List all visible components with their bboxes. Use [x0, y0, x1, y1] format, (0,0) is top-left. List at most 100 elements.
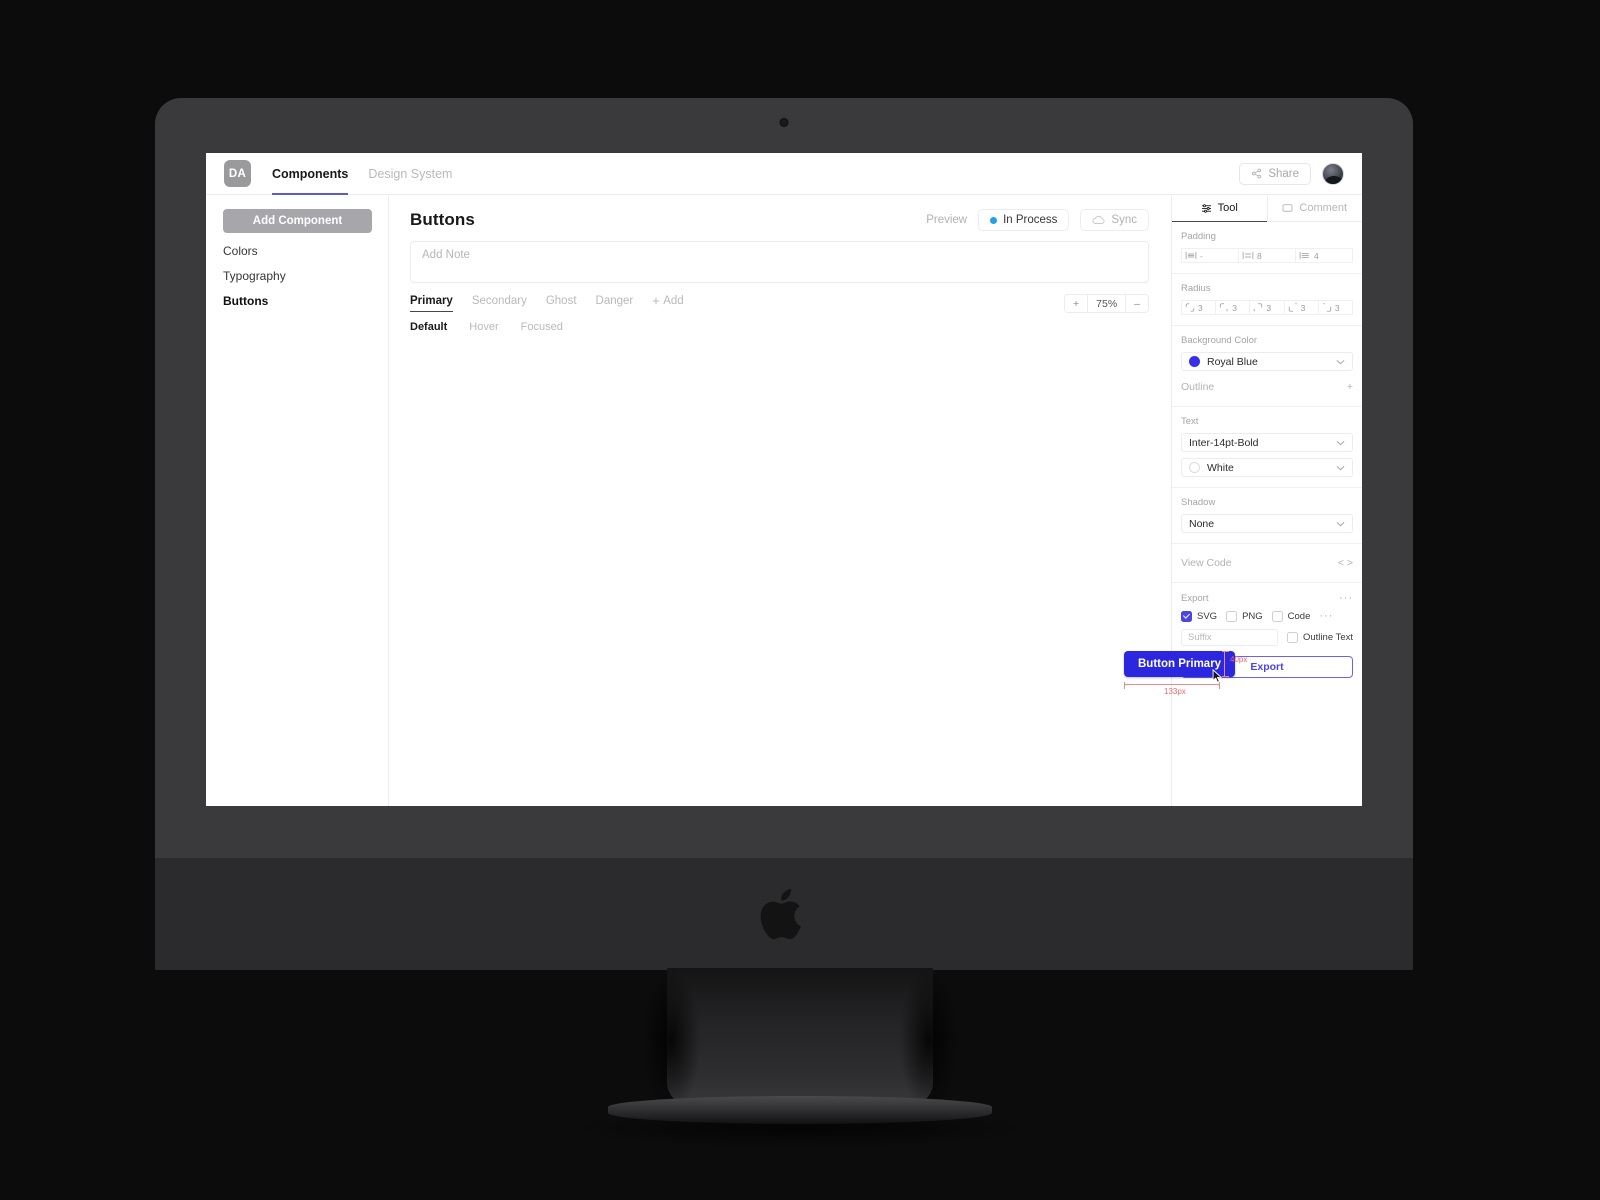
- padding-vertical-value: 8: [1257, 250, 1262, 261]
- note-input[interactable]: Add Note: [410, 241, 1149, 283]
- radius-all-field[interactable]: 3: [1181, 300, 1217, 315]
- window-body: Add Component Colors Typography Buttons …: [206, 195, 1362, 806]
- state-tabs: Default Hover Focused: [410, 321, 1149, 333]
- nav-tab-design-system[interactable]: Design System: [368, 153, 452, 195]
- checkbox-png[interactable]: [1226, 610, 1238, 622]
- checkbox-code[interactable]: [1271, 610, 1283, 622]
- padding-all-field[interactable]: 4: [1296, 248, 1353, 263]
- radius-top-left-value: 3: [1232, 302, 1237, 313]
- avatar[interactable]: [1322, 162, 1344, 185]
- nav-tab-components[interactable]: Components: [272, 153, 349, 195]
- export-menu-icon[interactable]: ···: [1339, 592, 1353, 604]
- sync-button[interactable]: Sync: [1080, 209, 1149, 231]
- text-label: Text: [1181, 416, 1199, 427]
- chevron-down-icon: [1336, 462, 1345, 474]
- zoom-in-button[interactable]: +: [1065, 295, 1087, 312]
- title-line: Buttons Preview In Process Sync: [410, 209, 1149, 231]
- outline-text-label: Outline Text: [1303, 632, 1353, 643]
- main-content: Buttons Preview In Process Sync Add Note…: [389, 195, 1247, 806]
- radius-top-right-icon: [1254, 303, 1263, 312]
- radius-top-right-field[interactable]: 3: [1250, 300, 1285, 315]
- share-label: Share: [1268, 167, 1299, 180]
- outline-row[interactable]: Outline +: [1181, 377, 1353, 396]
- padding-horizontal-field[interactable]: -: [1181, 248, 1239, 263]
- state-tab-focused[interactable]: Focused: [521, 321, 563, 333]
- export-format-svg[interactable]: SVG: [1181, 610, 1217, 622]
- padding-horizontal-icon: [1185, 252, 1197, 259]
- app-logo[interactable]: DA: [224, 160, 251, 187]
- zoom-level[interactable]: 75%: [1087, 295, 1127, 312]
- color-swatch: [1189, 356, 1200, 367]
- export-more-icon[interactable]: ···: [1319, 610, 1333, 622]
- export-format-png[interactable]: PNG: [1226, 610, 1263, 622]
- checkbox-svg[interactable]: [1181, 610, 1192, 622]
- variant-tab-ghost[interactable]: Ghost: [546, 295, 577, 312]
- shadow-section: Shadow None: [1172, 488, 1362, 544]
- add-variant-button[interactable]: Add: [652, 295, 684, 312]
- export-header: Export ···: [1181, 592, 1353, 604]
- radius-top-right-value: 3: [1266, 302, 1272, 313]
- add-outline-button[interactable]: +: [1347, 381, 1353, 393]
- tab-tool[interactable]: Tool: [1172, 195, 1267, 222]
- preview-button[interactable]: Preview: [926, 214, 967, 226]
- variant-tab-primary[interactable]: Primary: [410, 295, 453, 312]
- variant-tab-secondary[interactable]: Secondary: [472, 295, 527, 312]
- radius-top-left-field[interactable]: 3: [1216, 300, 1251, 315]
- status-badge[interactable]: In Process: [978, 209, 1070, 231]
- zoom-control: + 75% –: [1064, 294, 1149, 313]
- padding-horizontal-value: -: [1200, 250, 1203, 261]
- sidebar-item-colors[interactable]: Colors: [223, 233, 372, 258]
- radius-bottom-right-icon: [1323, 303, 1331, 312]
- background-color-label: Background Color: [1181, 335, 1258, 346]
- text-color-value: White: [1207, 461, 1234, 474]
- screenshot-stage: DA Components Design System Share Add Co…: [0, 0, 1600, 1200]
- header-actions: Preview In Process Sync: [926, 209, 1149, 231]
- radius-bottom-left-icon: [1288, 303, 1297, 312]
- outline-text-option[interactable]: Outline Text: [1287, 632, 1353, 643]
- text-font-select[interactable]: Inter-14pt-Bold: [1181, 433, 1353, 452]
- state-tab-hover[interactable]: Hover: [469, 321, 498, 333]
- shadow-select[interactable]: None: [1181, 514, 1353, 533]
- background-color-value: Royal Blue: [1207, 355, 1258, 368]
- variant-tab-danger[interactable]: Danger: [596, 295, 634, 312]
- status-label: In Process: [1003, 214, 1058, 226]
- export-format-code-label: Code: [1287, 610, 1311, 622]
- background-color-select[interactable]: Royal Blue: [1181, 352, 1353, 371]
- text-fields: Inter-14pt-Bold White: [1181, 433, 1353, 477]
- top-bar: DA Components Design System Share: [206, 153, 1362, 195]
- apple-logo-icon: [760, 889, 801, 940]
- radius-bottom-right-field[interactable]: 3: [1318, 300, 1354, 315]
- text-section: Text Inter-14pt-Bold White: [1172, 407, 1362, 488]
- view-code-row[interactable]: View Code < >: [1181, 553, 1353, 572]
- padding-label: Padding: [1181, 231, 1216, 242]
- text-color-select[interactable]: White: [1181, 458, 1353, 477]
- sidebar-item-buttons[interactable]: Buttons: [223, 283, 372, 308]
- checkbox-outline-text[interactable]: [1287, 632, 1298, 643]
- mouse-cursor-icon: [1212, 669, 1223, 683]
- tab-comment[interactable]: Comment: [1266, 195, 1363, 221]
- cloud-icon: [1092, 215, 1105, 224]
- sidebar-item-typography[interactable]: Typography: [223, 258, 372, 283]
- padding-section: Padding - 8 4: [1172, 222, 1362, 274]
- share-icon: [1252, 168, 1262, 179]
- background-color-section: Background Color Royal Blue Outline +: [1172, 326, 1362, 407]
- page-title: Buttons: [410, 210, 475, 229]
- state-tab-default[interactable]: Default: [410, 321, 447, 333]
- radius-all-value: 3: [1198, 302, 1203, 313]
- design-canvas[interactable]: Button Primary 40px 133px: [389, 333, 1247, 806]
- variant-tabs: Primary Secondary Ghost Danger Add + 75%…: [410, 294, 1149, 313]
- outline-label: Outline: [1181, 380, 1215, 393]
- share-button[interactable]: Share: [1239, 162, 1311, 185]
- suffix-input[interactable]: Suffix: [1181, 629, 1278, 646]
- add-component-button[interactable]: Add Component: [223, 209, 372, 233]
- tab-tool-label: Tool: [1217, 202, 1238, 214]
- plus-icon: [653, 297, 660, 305]
- app-window: DA Components Design System Share Add Co…: [206, 153, 1362, 806]
- add-variant-label: Add: [663, 295, 684, 307]
- width-measure-line: [1124, 682, 1220, 689]
- export-format-code[interactable]: Code: [1271, 610, 1311, 622]
- padding-vertical-field[interactable]: 8: [1239, 248, 1296, 263]
- padding-fields: - 8 4: [1181, 248, 1353, 263]
- zoom-out-button[interactable]: –: [1126, 295, 1148, 312]
- radius-bottom-left-field[interactable]: 3: [1284, 300, 1319, 315]
